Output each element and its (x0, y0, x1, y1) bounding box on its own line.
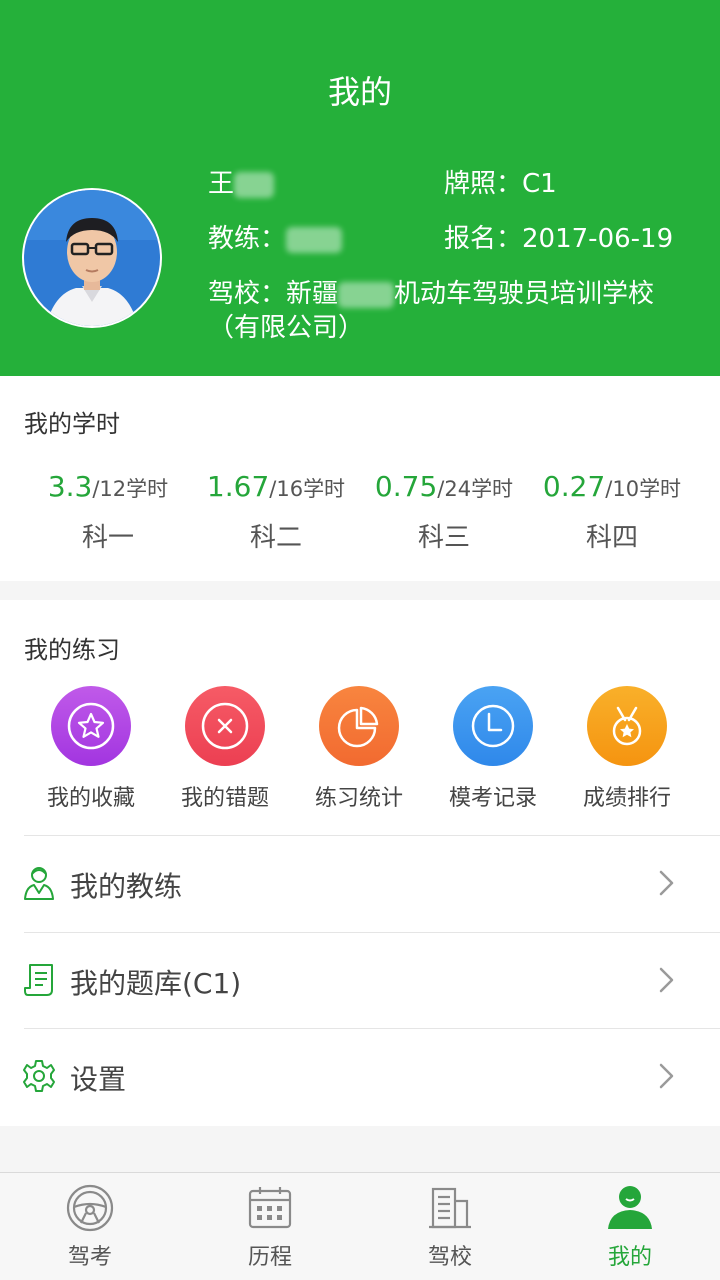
favorites-button[interactable]: 我的收藏 (24, 686, 158, 812)
hours-total: /10学时 (605, 477, 682, 501)
menu-label: 设置 (70, 1063, 127, 1096)
building-icon (429, 1187, 471, 1229)
student-name-text: 王 (208, 169, 235, 199)
bottom-tab-bar: 驾考 历程 驾校 我的 (0, 1172, 720, 1280)
subject-label: 科二 (249, 523, 302, 553)
close-icon (201, 702, 249, 750)
practice-label: 我的错题 (180, 786, 269, 811)
score-ranking-circle (587, 686, 667, 766)
enroll-label: 报名： (444, 224, 523, 254)
hours-total: /16学时 (269, 477, 346, 501)
menu-label: 我的题库(C1) (70, 967, 242, 1000)
menu-question-bank[interactable]: 我的题库(C1) (0, 932, 720, 1028)
tab-label: 我的 (607, 1245, 652, 1270)
menu-label: 我的教练 (70, 870, 183, 903)
hours-done: 0.27 (542, 470, 606, 503)
practice-label: 我的收藏 (46, 786, 135, 811)
coach-label: 教练： (208, 224, 287, 254)
tab-label: 驾校 (427, 1245, 472, 1270)
wrong-answers-button[interactable]: 我的错题 (158, 686, 292, 812)
school-info: 驾校：新疆 机动车驾驶员培训学校 (208, 277, 654, 311)
score-ranking-button[interactable]: 成绩排行 (560, 686, 694, 812)
profile-header: 我的 王 牌照：C1 教练： 报名：2017-06-19 驾校：新疆 机动车驾驶员… (0, 0, 720, 376)
enroll-date: 2017-06-19 (522, 224, 674, 254)
subject-label: 科四 (585, 523, 638, 553)
practice-label: 练习统计 (314, 786, 403, 811)
name-redaction (234, 171, 275, 198)
steering-wheel-icon (66, 1184, 114, 1232)
school-prefix: 新疆 (286, 279, 339, 309)
license-label: 牌照： (444, 169, 523, 199)
medal-icon (612, 706, 642, 746)
hours-done: 1.67 (206, 470, 270, 503)
study-hours-item[interactable]: 1.67/16学时 科二 (192, 470, 360, 554)
study-hours-item[interactable]: 0.27/10学时 科四 (528, 470, 696, 554)
user-icon (608, 1186, 652, 1229)
avatar[interactable] (22, 188, 162, 328)
practice-stats-button[interactable]: 练习统计 (292, 686, 426, 812)
tab-driving-test[interactable]: 驾考 (0, 1173, 180, 1280)
school-name-redaction (338, 281, 395, 308)
hours-done: 0.75 (374, 470, 438, 503)
practice-label: 成绩排行 (582, 786, 671, 811)
school-suffix: 机动车驾驶员培训学校 (394, 279, 655, 309)
mock-exam-records-circle (453, 686, 533, 766)
tab-progress[interactable]: 历程 (180, 1173, 360, 1280)
hours-total: /12学时 (92, 477, 169, 501)
study-hours-item[interactable]: 0.75/24学时 科三 (360, 470, 528, 554)
enroll-info: 报名：2017-06-19 (444, 222, 673, 256)
divider (24, 932, 720, 933)
coach-name-redaction (286, 226, 343, 253)
coach-info: 教练： (208, 222, 343, 256)
calendar-icon (248, 1187, 292, 1229)
student-name: 王 (208, 167, 275, 201)
chevron-right-icon (659, 870, 674, 896)
menu-settings[interactable]: 设置 (0, 1028, 720, 1124)
subject-label: 科一 (81, 523, 134, 553)
chevron-right-icon (659, 1063, 674, 1089)
tab-label: 历程 (247, 1245, 292, 1270)
tab-driving-school[interactable]: 驾校 (360, 1173, 540, 1280)
hours-total: /24学时 (437, 477, 514, 501)
license-value: C1 (522, 169, 557, 199)
page-title: 我的 (327, 73, 392, 111)
menu-my-coach[interactable]: 我的教练 (0, 835, 720, 931)
hours-done: 3.3 (47, 470, 93, 503)
practice-title: 我的练习 (24, 636, 120, 664)
school-line-2: （有限公司） (208, 313, 365, 343)
license-info: 牌照：C1 (444, 167, 557, 201)
practice-stats-circle (319, 686, 399, 766)
avatar-photo (24, 190, 160, 326)
study-hours-title: 我的学时 (24, 410, 120, 438)
study-hours-item[interactable]: 3.3/12学时 科一 (24, 470, 192, 554)
question-bank-icon (24, 964, 53, 996)
wrong-answers-circle (185, 686, 265, 766)
chevron-right-icon (659, 967, 674, 993)
divider (24, 1028, 720, 1029)
practice-label: 模考记录 (448, 786, 537, 811)
star-icon (67, 702, 115, 750)
divider (24, 835, 720, 836)
tab-mine[interactable]: 我的 (540, 1173, 720, 1280)
favorites-circle (51, 686, 131, 766)
coach-icon (24, 867, 54, 900)
mock-exam-records-button[interactable]: 模考记录 (426, 686, 560, 812)
school-label: 驾校： (208, 279, 287, 309)
clock-icon (471, 704, 515, 748)
settings-gear-icon (23, 1060, 55, 1092)
tab-label: 驾考 (67, 1245, 112, 1270)
subject-label: 科三 (417, 523, 470, 553)
pie-chart-icon (337, 706, 379, 748)
